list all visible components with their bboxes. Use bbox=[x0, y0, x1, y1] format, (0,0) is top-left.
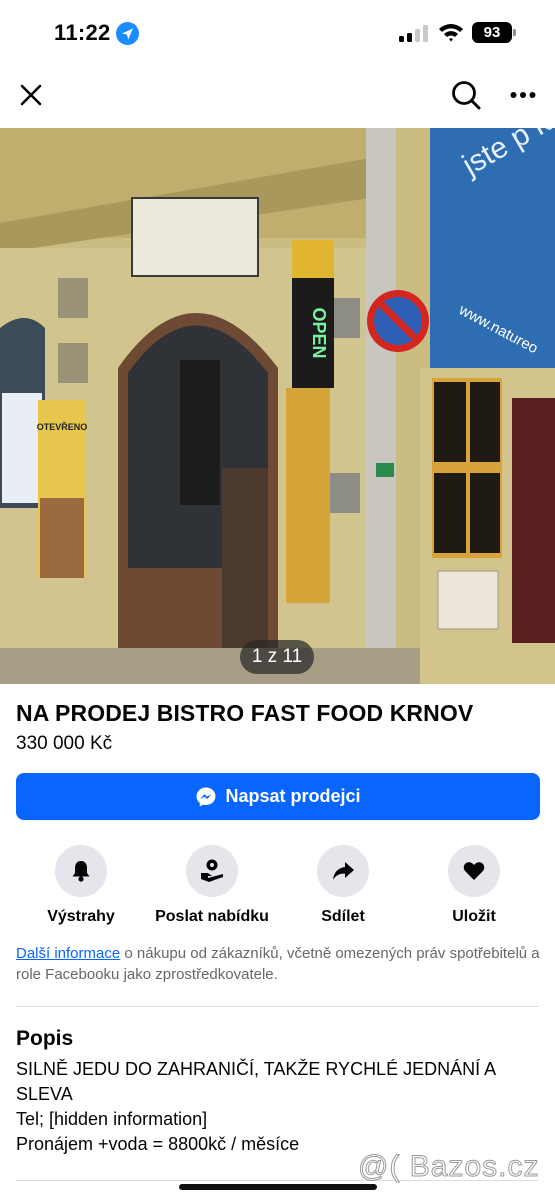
send-offer-button[interactable]: Poslat nabídku bbox=[142, 845, 282, 926]
description-body: SILNĚ JEDU DO ZAHRANIČÍ, TAKŽE RYCHLÉ JE… bbox=[16, 1059, 496, 1154]
bazos-watermark: @( Bazos.cz bbox=[358, 1150, 540, 1184]
cellular-signal-icon bbox=[399, 25, 429, 42]
listing-price: 330 000 Kč bbox=[16, 733, 113, 754]
save-label: Uložit bbox=[452, 908, 496, 925]
action-row: Výstrahy Poslat nabídku Sdílet Uložit bbox=[0, 845, 555, 930]
more-icon[interactable] bbox=[504, 78, 542, 112]
battery-cap bbox=[513, 29, 516, 36]
messenger-icon bbox=[195, 786, 217, 808]
save-button[interactable]: Uložit bbox=[404, 845, 544, 926]
alerts-label: Výstrahy bbox=[47, 908, 115, 925]
location-arrow-icon bbox=[116, 22, 139, 45]
offer-icon bbox=[186, 845, 238, 897]
share-icon bbox=[317, 845, 369, 897]
share-button[interactable]: Sdílet bbox=[273, 845, 413, 926]
open-sign: OPEN bbox=[309, 307, 329, 358]
description-heading: Popis bbox=[16, 1027, 74, 1050]
bell-icon bbox=[55, 845, 107, 897]
door-poster-text: OTEVŘENO bbox=[37, 421, 88, 432]
home-indicator bbox=[179, 1184, 377, 1190]
divider bbox=[16, 1006, 539, 1007]
message-seller-button[interactable]: Napsat prodejci bbox=[16, 773, 540, 820]
nav-bar bbox=[0, 66, 555, 128]
alerts-button[interactable]: Výstrahy bbox=[11, 845, 151, 926]
share-label: Sdílet bbox=[321, 908, 365, 925]
status-bar: 11:22 93 bbox=[0, 0, 555, 66]
more-info-link[interactable]: Další informace bbox=[16, 945, 120, 962]
close-icon[interactable] bbox=[14, 78, 48, 112]
search-icon[interactable] bbox=[447, 76, 485, 114]
message-seller-label: Napsat prodejci bbox=[225, 786, 361, 806]
send-offer-label: Poslat nabídku bbox=[155, 908, 269, 925]
photo-counter: 1 z 11 bbox=[240, 640, 314, 674]
listing-title: NA PRODEJ BISTRO FAST FOOD KRNOV bbox=[16, 700, 474, 726]
status-time: 11:22 bbox=[54, 20, 111, 45]
heart-icon bbox=[448, 845, 500, 897]
wifi-icon bbox=[438, 22, 464, 42]
purchase-info: Další informace o nákupu od zákazníků, v… bbox=[16, 943, 541, 985]
battery-icon: 93 bbox=[472, 22, 512, 43]
listing-photo[interactable]: OPEN OTEVŘENO jste p kde chce www.nature… bbox=[0, 128, 555, 684]
storefront-image: OPEN OTEVŘENO jste p kde chce www.nature… bbox=[0, 128, 555, 684]
